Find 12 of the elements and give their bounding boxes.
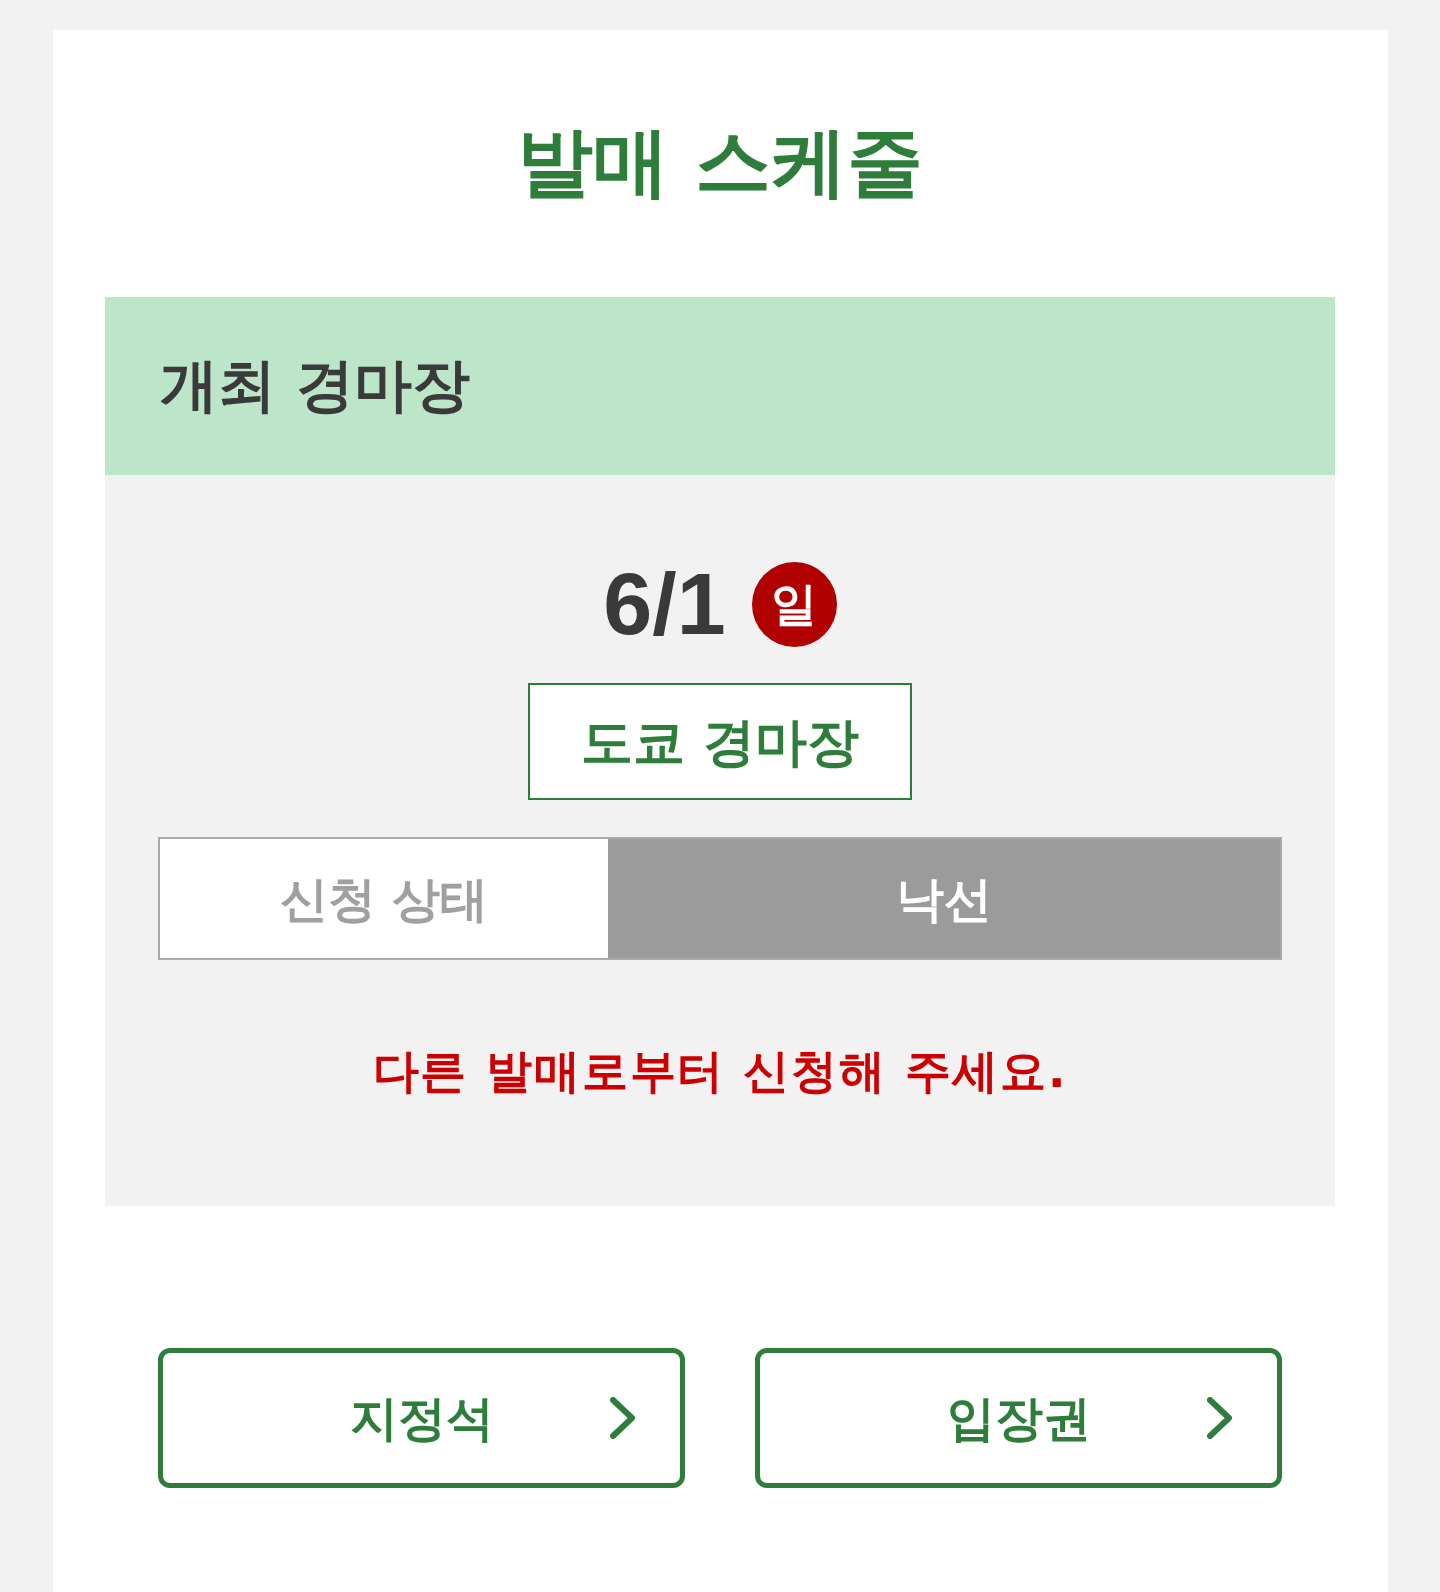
weekday-badge: 일 bbox=[751, 561, 837, 647]
section-heading: 개최 경마장 bbox=[160, 351, 471, 421]
status-value: 낙선 bbox=[895, 869, 993, 929]
venue-name: 도쿄 경마장 bbox=[528, 683, 912, 801]
status-label: 신청 상태 bbox=[160, 839, 608, 959]
nav-button[interactable]: 지정석 bbox=[158, 1348, 685, 1489]
page-title: 발매 스케줄 bbox=[515, 116, 925, 208]
race-date: 6/1 bbox=[603, 560, 726, 649]
notice-message: 다른 발매로부터 신청해 주세요. bbox=[371, 1044, 1069, 1100]
chevron-right-icon bbox=[610, 1397, 636, 1440]
chevron-right-icon bbox=[1207, 1397, 1233, 1440]
nav-button[interactable]: 입장권 bbox=[755, 1348, 1282, 1489]
